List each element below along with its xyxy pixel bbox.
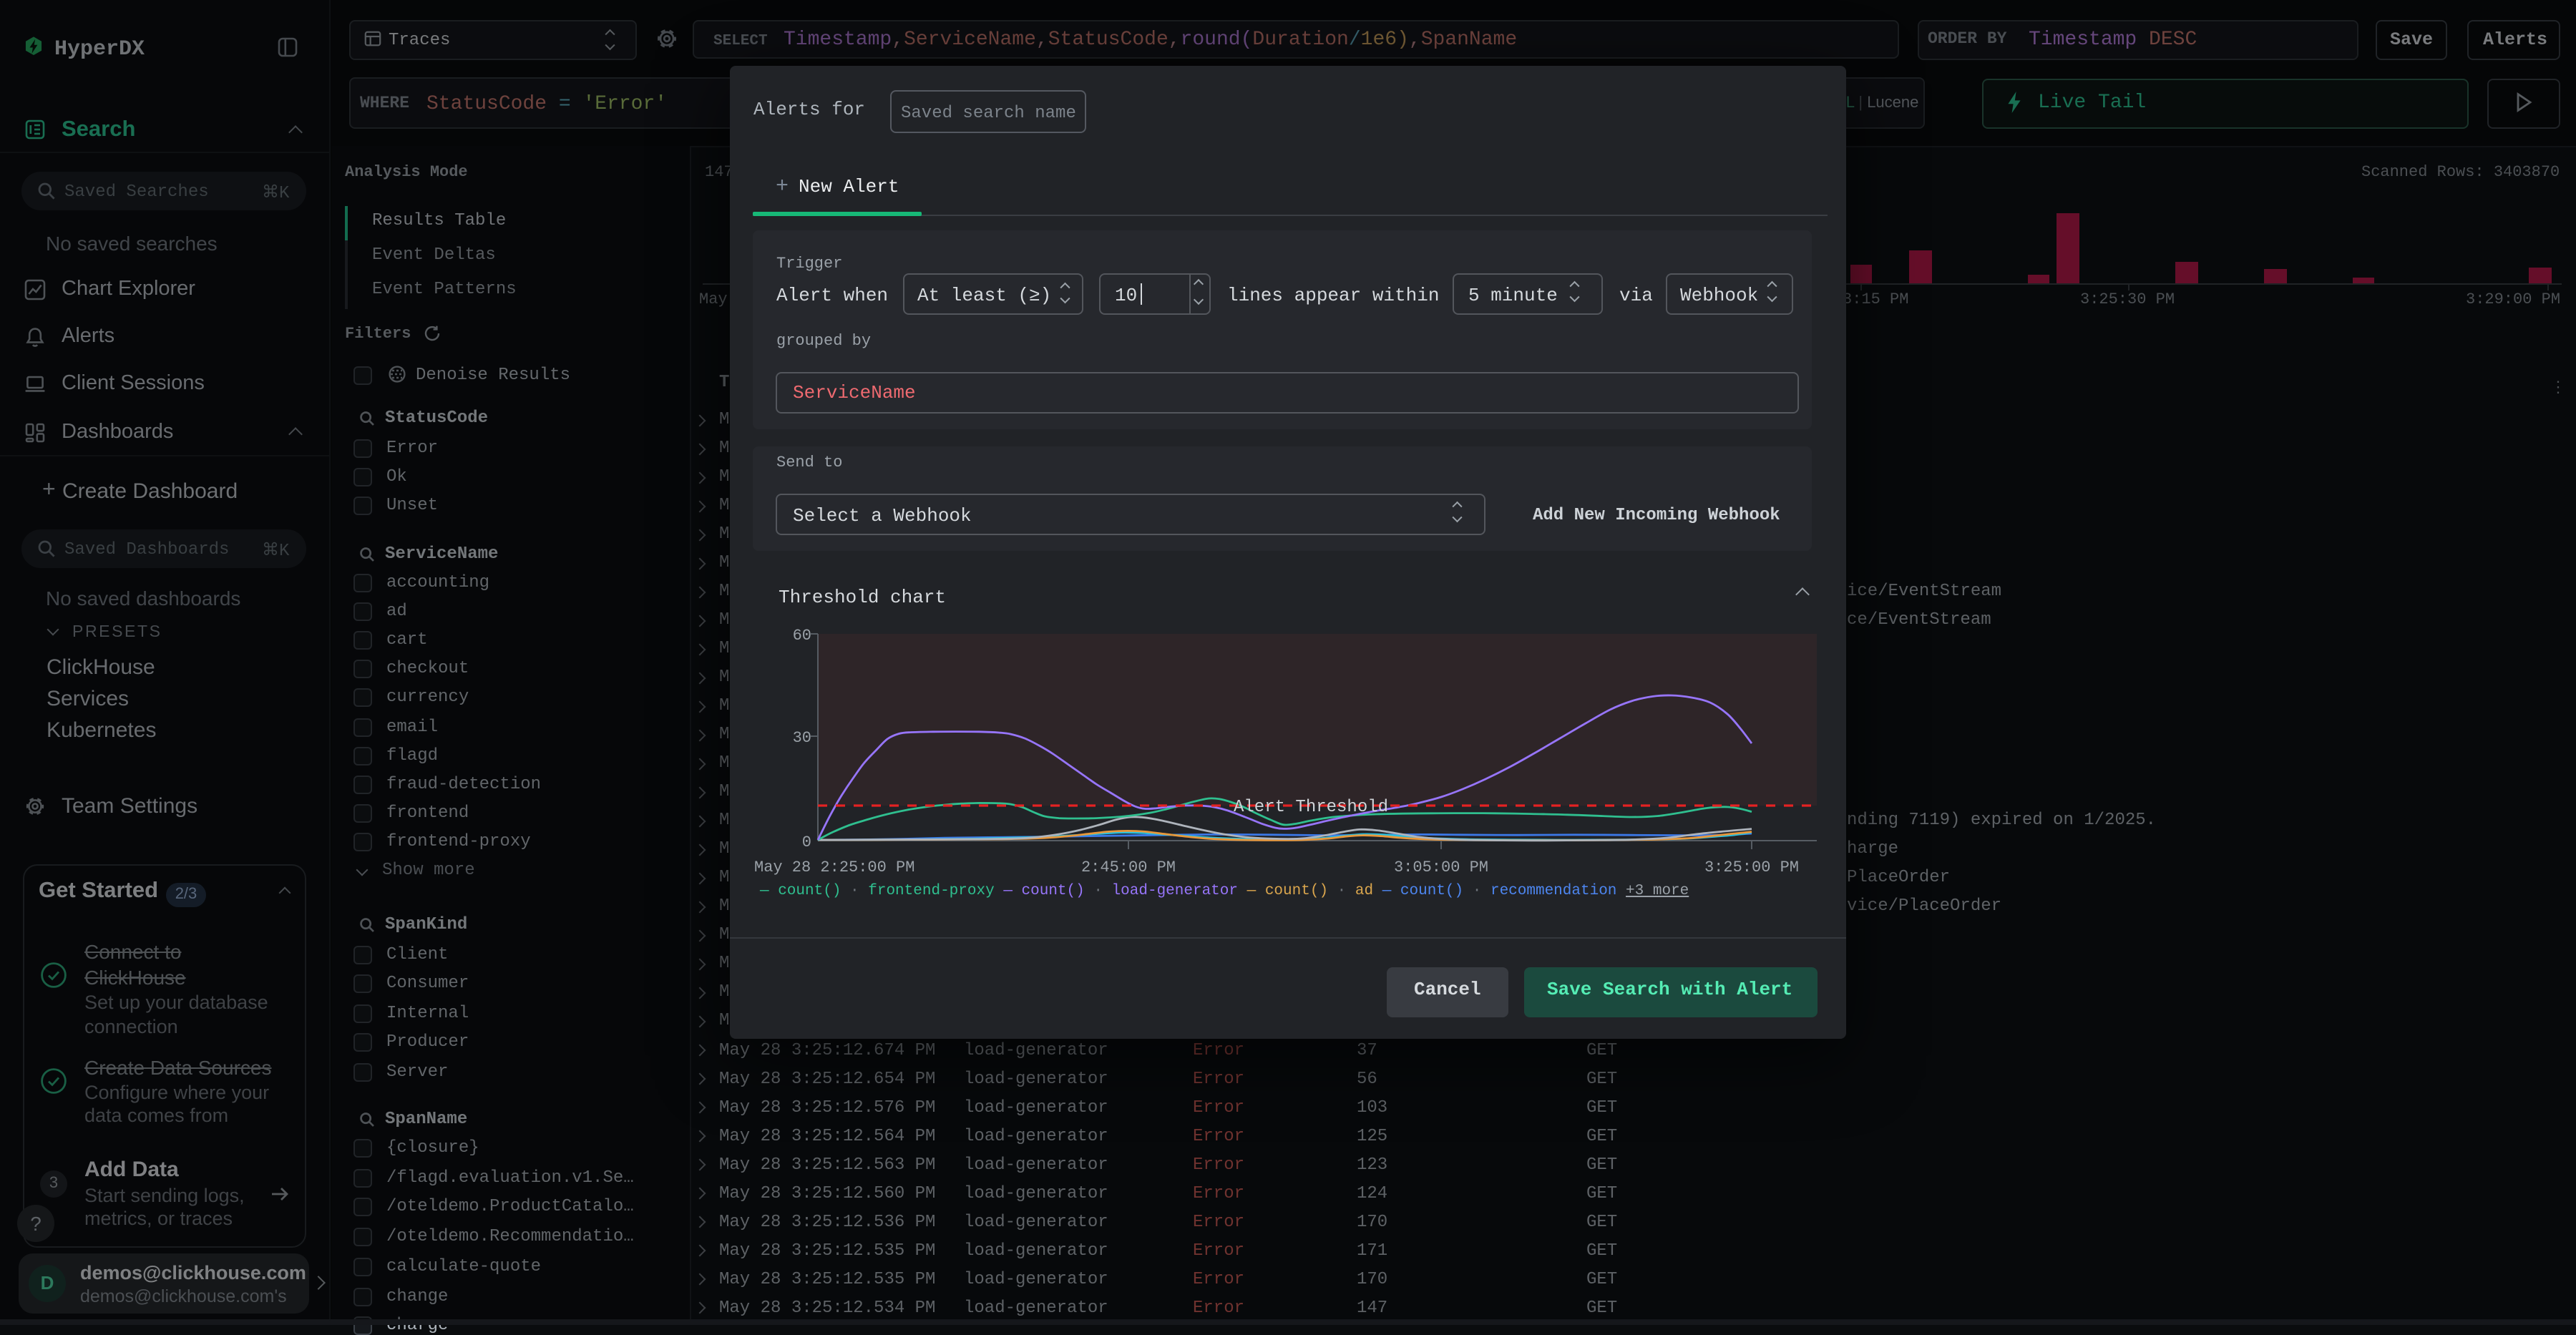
- svg-text:60: 60: [793, 627, 811, 645]
- svg-text:3:25:00 PM: 3:25:00 PM: [1704, 859, 1799, 876]
- svg-text:Alert Threshold: Alert Threshold: [1234, 798, 1388, 817]
- svg-text:0: 0: [802, 833, 811, 851]
- svg-text:3:05:00 PM: 3:05:00 PM: [1394, 859, 1488, 876]
- svg-text:30: 30: [793, 729, 811, 747]
- svg-text:2:45:00 PM: 2:45:00 PM: [1081, 859, 1176, 876]
- svg-text:May 28 2:25:00 PM: May 28 2:25:00 PM: [754, 859, 914, 876]
